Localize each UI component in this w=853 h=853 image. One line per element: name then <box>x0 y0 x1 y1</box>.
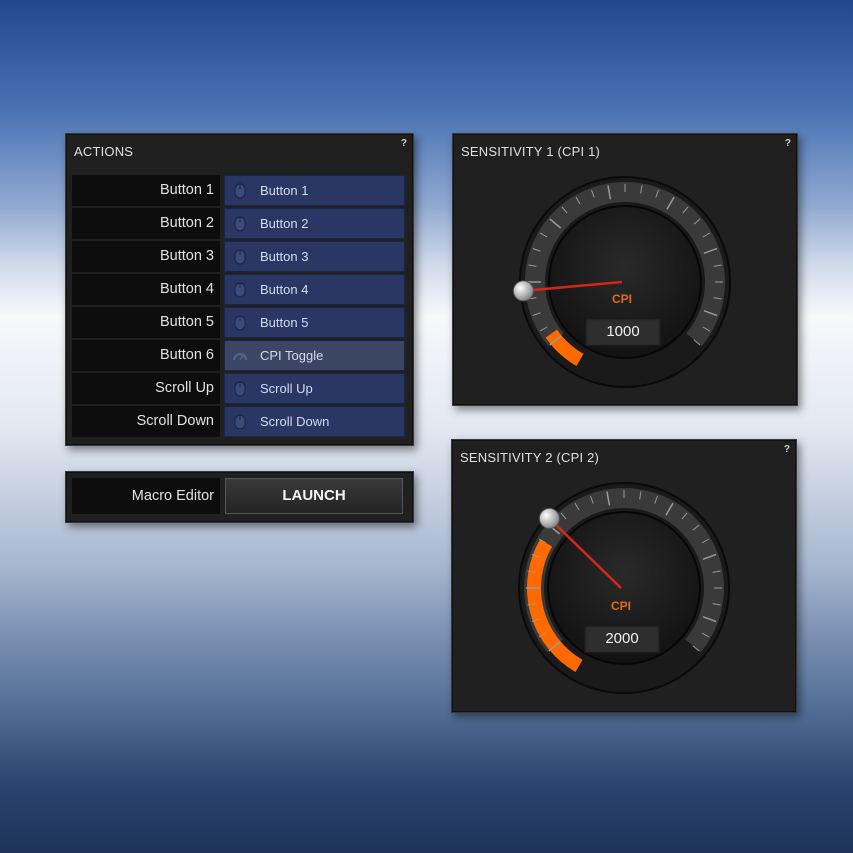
actions-panel: ACTIONS ? Button 1 Button 1 Button 2 But… <box>65 133 414 446</box>
mouse-icon <box>234 249 246 265</box>
cpi-label: CPI <box>611 292 632 306</box>
sensitivity-2-panel: SENSITIVITY 2 (CPI 2) ? CPI 2000 <box>451 439 797 713</box>
button-label: Scroll Down <box>72 406 220 437</box>
sensitivity-2-dial[interactable] <box>452 440 796 712</box>
button-label: Button 5 <box>72 307 220 338</box>
dial-knob-handle <box>538 507 560 529</box>
mouse-icon <box>234 315 246 331</box>
button-label: Button 3 <box>72 241 220 272</box>
mouse-icon <box>234 381 246 397</box>
action-value: Button 5 <box>260 315 309 330</box>
action-value: CPI Toggle <box>260 348 324 363</box>
action-select[interactable]: Button 5 <box>224 307 405 338</box>
mouse-icon <box>234 216 246 232</box>
mouse-icon <box>234 282 246 298</box>
actions-help-icon[interactable]: ? <box>401 138 407 149</box>
cpi-value-field[interactable]: 1000 <box>585 317 661 346</box>
button-label: Button 2 <box>72 208 220 239</box>
action-row: Scroll Down Scroll Down <box>72 406 405 437</box>
action-row: Button 4 Button 4 <box>72 274 405 305</box>
cpi-value-field[interactable]: 2000 <box>584 624 660 653</box>
action-select[interactable]: Button 3 <box>224 241 405 272</box>
launch-button[interactable]: LAUNCH <box>225 478 403 514</box>
button-label: Button 4 <box>72 274 220 305</box>
action-row: Button 5 Button 5 <box>72 307 405 338</box>
action-select[interactable]: Button 2 <box>224 208 405 239</box>
sensitivity-1-panel: SENSITIVITY 1 (CPI 1) ? CPI 1000 <box>452 133 798 406</box>
action-value: Button 4 <box>260 282 309 297</box>
action-select[interactable]: Scroll Up <box>224 373 405 404</box>
action-select[interactable]: Button 4 <box>224 274 405 305</box>
macro-editor-label: Macro Editor <box>72 478 220 514</box>
button-label: Button 6 <box>72 340 220 371</box>
action-value: Scroll Up <box>260 381 313 396</box>
cpi-toggle-icon <box>233 353 247 361</box>
action-select[interactable]: Button 1 <box>224 175 405 206</box>
action-select[interactable]: Scroll Down <box>224 406 405 437</box>
action-value: Button 3 <box>260 249 309 264</box>
action-row: Button 2 Button 2 <box>72 208 405 239</box>
dial-knob-handle <box>512 280 534 302</box>
action-value: Scroll Down <box>260 414 330 429</box>
cpi-label: CPI <box>610 599 631 613</box>
action-row: Button 1 Button 1 <box>72 175 405 206</box>
action-value: Button 1 <box>260 183 309 198</box>
action-row: Button 6 CPI Toggle <box>72 340 405 371</box>
sensitivity-1-dial[interactable] <box>453 134 797 405</box>
button-label: Button 1 <box>72 175 220 206</box>
action-value: Button 2 <box>260 216 309 231</box>
button-label: Scroll Up <box>72 373 220 404</box>
mouse-icon <box>234 183 246 199</box>
action-row: Scroll Up Scroll Up <box>72 373 405 404</box>
action-select[interactable]: CPI Toggle <box>224 340 405 371</box>
action-row: Button 3 Button 3 <box>72 241 405 272</box>
macro-panel: Macro Editor LAUNCH <box>65 471 414 523</box>
mouse-icon <box>234 414 246 430</box>
actions-title: ACTIONS <box>74 144 134 159</box>
